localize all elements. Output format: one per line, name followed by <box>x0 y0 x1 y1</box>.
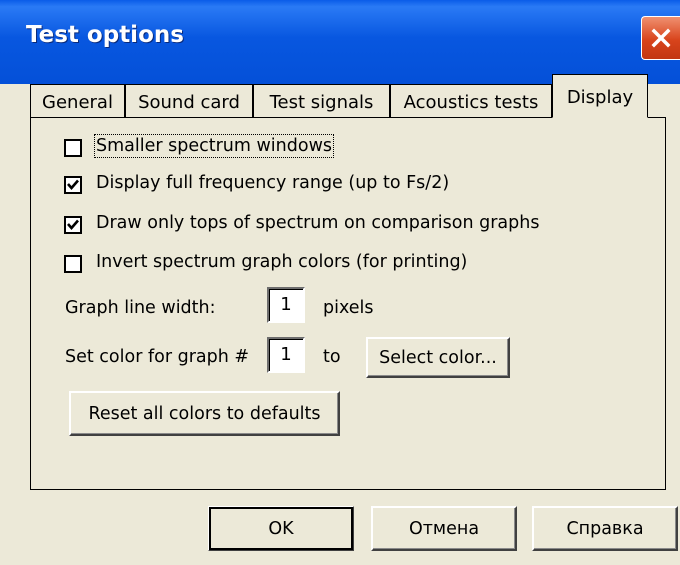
tab-acoustics-tests[interactable]: Acoustics tests <box>390 84 552 119</box>
checkbox-draw-tops[interactable] <box>64 216 82 234</box>
tab-display[interactable]: Display <box>552 74 648 118</box>
checkmark-icon <box>67 219 79 230</box>
graph-color-to: to <box>323 347 341 367</box>
dialog-window: Test options General Sound card Test sig… <box>0 0 680 565</box>
tab-acoustics-tests-label: Acoustics tests <box>403 91 539 113</box>
select-color-button[interactable]: Select color... <box>366 337 510 378</box>
cancel-label: Отмена <box>408 518 480 539</box>
graph-color-label: Set color for graph # <box>65 347 250 367</box>
ok-button[interactable]: OK <box>208 506 354 551</box>
help-label: Справка <box>566 518 644 539</box>
close-icon <box>651 28 671 48</box>
select-color-label: Select color... <box>379 347 497 368</box>
cancel-button[interactable]: Отмена <box>371 506 517 551</box>
checkbox-invert-colors[interactable] <box>64 255 82 273</box>
graph-number-input[interactable]: 1 <box>267 337 305 373</box>
window-title: Test options <box>26 22 184 48</box>
title-bar[interactable]: Test options <box>0 0 680 84</box>
display-panel: Smaller spectrum windows Display full fr… <box>30 117 666 490</box>
tab-test-signals[interactable]: Test signals <box>253 84 390 119</box>
reset-colors-button[interactable]: Reset all colors to defaults <box>69 391 340 436</box>
tab-general[interactable]: General <box>30 84 125 119</box>
label-invert-colors[interactable]: Invert spectrum graph colors (for printi… <box>96 252 467 272</box>
help-button[interactable]: Справка <box>532 506 678 551</box>
label-smaller-spectrum[interactable]: Smaller spectrum windows <box>93 134 335 158</box>
line-width-input[interactable]: 1 <box>267 287 305 323</box>
tab-display-label: Display <box>566 87 634 108</box>
line-width-unit: pixels <box>323 298 374 318</box>
tab-general-label: General <box>42 91 113 113</box>
checkbox-smaller-spectrum[interactable] <box>64 139 82 157</box>
label-full-frequency[interactable]: Display full frequency range (up to Fs/2… <box>96 173 449 193</box>
label-draw-tops[interactable]: Draw only tops of spectrum on comparison… <box>96 213 539 233</box>
close-button[interactable] <box>641 16 680 60</box>
tab-test-signals-label: Test signals <box>269 91 374 113</box>
ok-label: OK <box>268 518 294 539</box>
tab-sound-card-label: Sound card <box>138 91 240 113</box>
reset-colors-label: Reset all colors to defaults <box>88 403 321 424</box>
line-width-label: Graph line width: <box>65 298 216 318</box>
tab-sound-card[interactable]: Sound card <box>125 84 253 119</box>
checkbox-full-frequency[interactable] <box>64 176 82 194</box>
checkmark-icon <box>67 179 79 190</box>
